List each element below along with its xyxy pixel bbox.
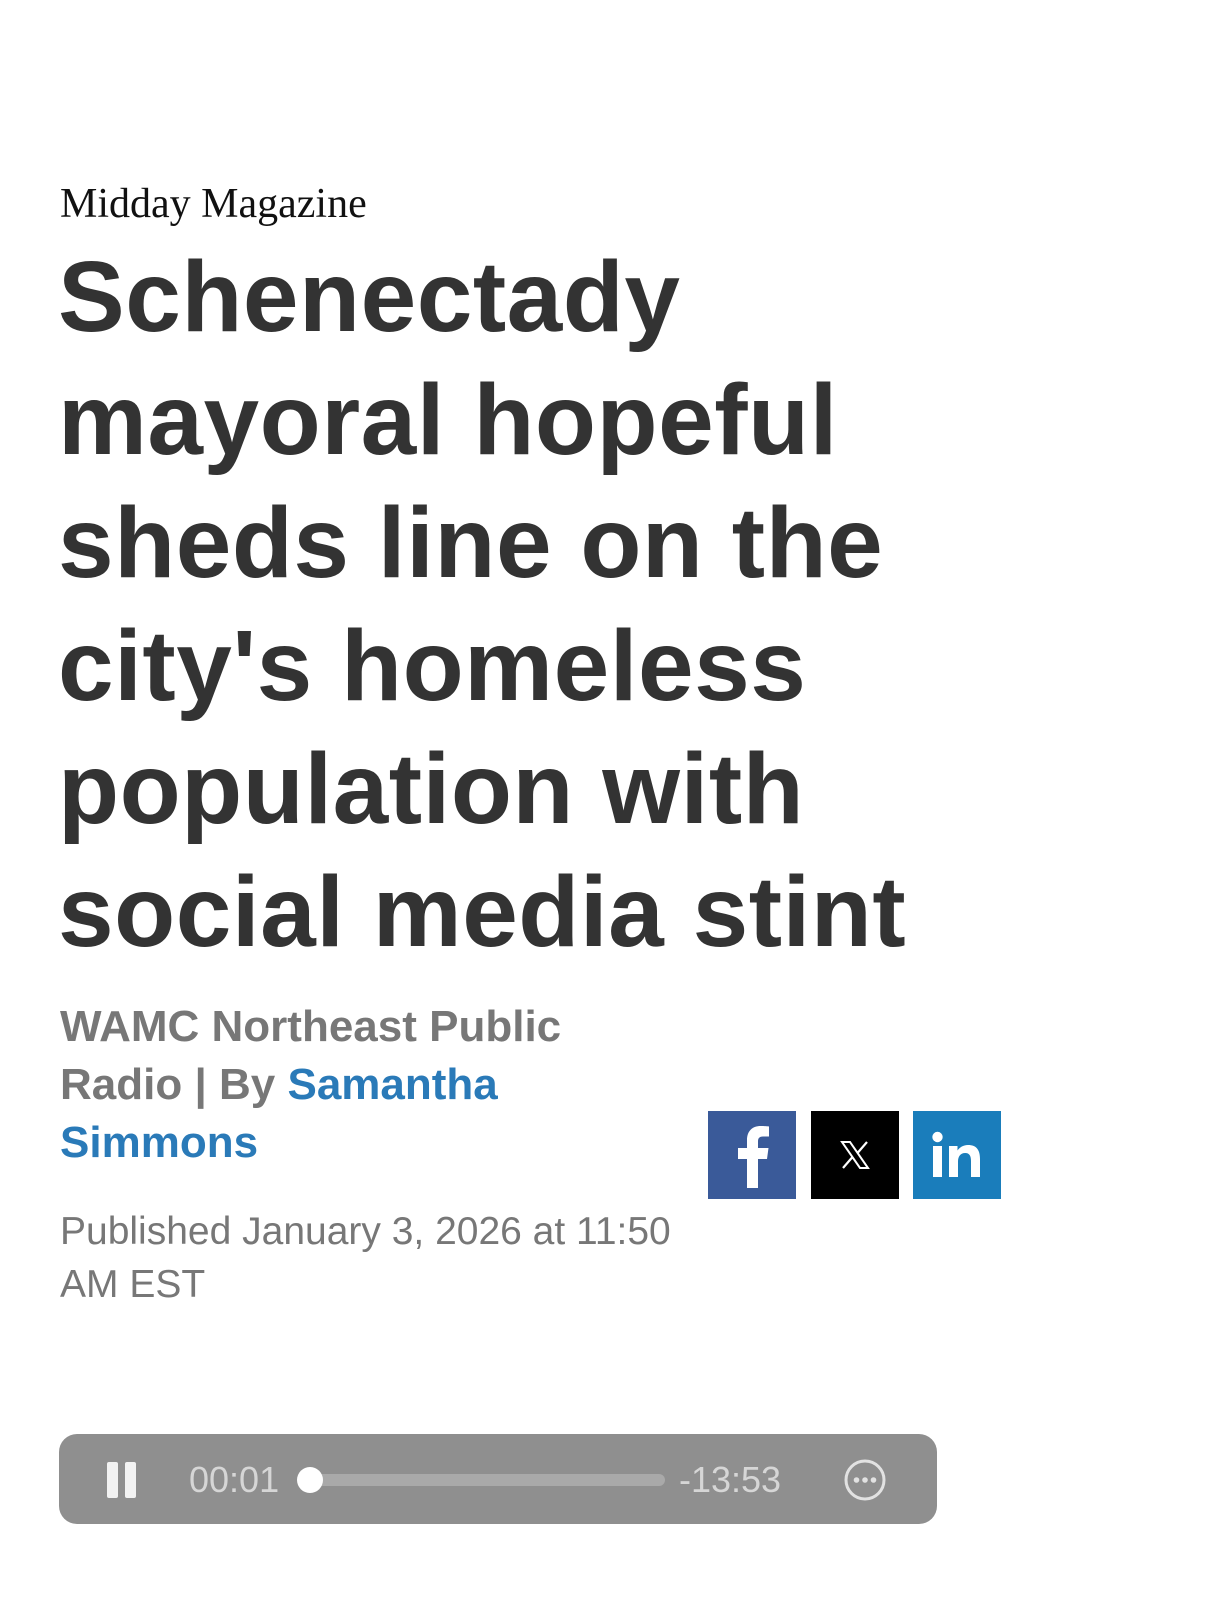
audio-player: 00:01 -13:53 [59, 1434, 937, 1524]
headline-line: mayoral hopeful [58, 364, 838, 476]
share-linkedin-button[interactable] [913, 1111, 1001, 1199]
byline-line: Radio | By Samantha [60, 1056, 660, 1114]
progress-scrubber[interactable] [297, 1467, 324, 1493]
byline-source-suffix: Radio | By [60, 1060, 288, 1109]
share-facebook-button[interactable] [708, 1111, 796, 1199]
facebook-icon [738, 1126, 769, 1188]
headline-line: social media stint [58, 856, 907, 968]
more-options-icon [844, 1459, 886, 1501]
more-options-button[interactable] [843, 1458, 887, 1502]
headline-line: sheds line on the [58, 487, 884, 599]
headline-line: Schenectady [58, 241, 681, 353]
byline: WAMC Northeast Public Radio | By Samanth… [60, 998, 660, 1172]
author-link[interactable]: Samantha [287, 1060, 497, 1109]
published-line: AM EST [60, 1263, 206, 1306]
elapsed-time: 00:01 [189, 1459, 280, 1500]
author-link[interactable]: Simmons [60, 1118, 258, 1167]
section-label[interactable]: Midday Magazine [60, 178, 367, 230]
article-headline: Schenectady mayoral hopeful sheds line o… [58, 236, 1058, 974]
linkedin-icon [932, 1131, 980, 1177]
share-x-button[interactable] [811, 1111, 899, 1199]
progress-track[interactable] [303, 1474, 665, 1486]
pause-button[interactable] [103, 1460, 143, 1500]
pause-icon [107, 1462, 118, 1498]
headline-line: population with [58, 733, 805, 845]
published-date: Published January 3, 2026 at 11:50 AM ES… [60, 1205, 760, 1311]
headline-line: city's homeless [58, 610, 807, 722]
x-icon [840, 1141, 870, 1169]
remaining-time: -13:53 [679, 1459, 782, 1500]
byline-source: WAMC Northeast Public [60, 1002, 562, 1051]
published-line: Published January 3, 2026 at 11:50 [60, 1210, 671, 1253]
